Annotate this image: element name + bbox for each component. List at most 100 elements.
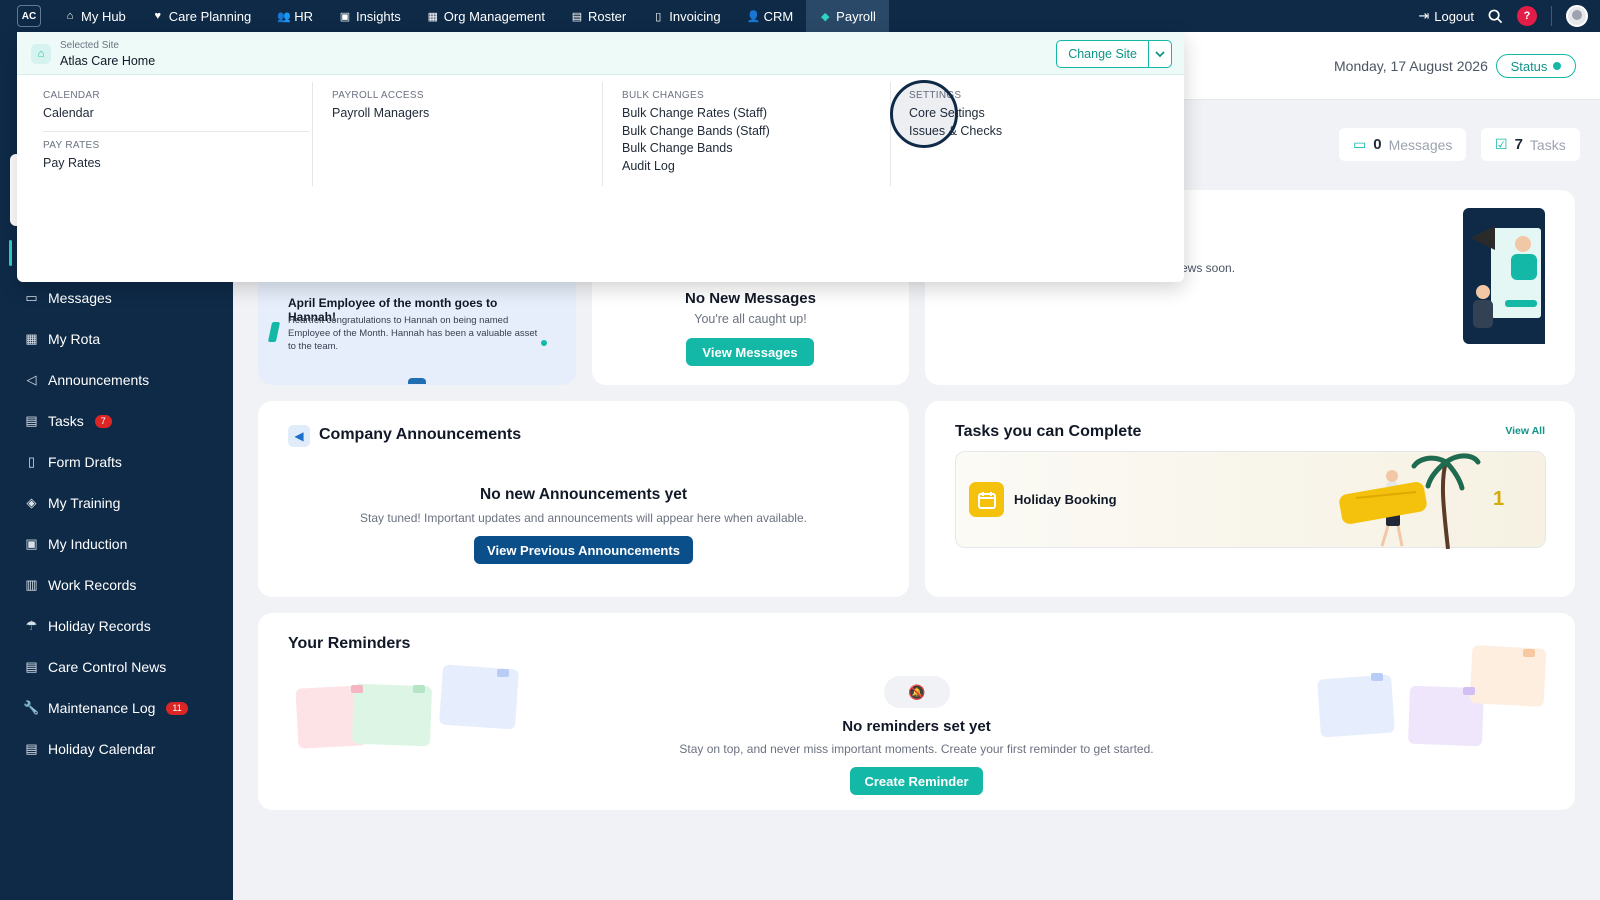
current-date: Monday, 17 August 2026 [1334, 58, 1488, 74]
messages-card-title: No New Messages [685, 290, 816, 307]
announcements-empty-title: No new Announcements yet [480, 486, 687, 503]
bulk-changes-caption: BULK CHANGES [622, 90, 704, 101]
search-icon[interactable] [1488, 9, 1503, 24]
calendar-caption: CALENDAR [43, 90, 100, 101]
sidebar-item-care-control-news[interactable]: ▤ Care Control News [24, 655, 166, 679]
users-icon: 👥 [277, 10, 291, 23]
menu-divider [43, 131, 309, 132]
sidebar-item-form-drafts[interactable]: ▯ Form Drafts [24, 450, 122, 474]
announcements-card: ◀ Company Announcements No new Announcem… [258, 401, 909, 597]
graduation-cap-icon: ◈ [26, 495, 37, 510]
nav-item-label: Invoicing [669, 8, 721, 24]
check-square-icon: ☑ [1495, 136, 1508, 152]
messages-pill[interactable]: ▭ 0 Messages [1339, 128, 1467, 161]
payroll-dropdown-menu: ⌂ Selected Site Atlas Care Home Change S… [17, 32, 1184, 282]
sidebar-item-tasks[interactable]: ▤ Tasks 7 [24, 409, 112, 433]
chevron-down-icon[interactable] [1149, 41, 1171, 67]
holiday-booking-task[interactable]: Holiday Booking 1 [955, 451, 1546, 549]
confetti-dot-icon [541, 340, 547, 346]
menu-link-bulk-change-rates-staff[interactable]: Bulk Change Rates (Staff) [622, 105, 770, 123]
calendar-icon [969, 482, 1004, 517]
nav-item-insights[interactable]: ▣ Insights [326, 0, 414, 32]
calendar-icon: ▤ [25, 741, 38, 756]
sidebar-item-my-induction[interactable]: ▣ My Induction [24, 532, 127, 556]
click-highlight-ring [890, 80, 958, 148]
sidebar-item-label: Work Records [48, 577, 137, 593]
reminders-title: Your Reminders [288, 635, 411, 652]
view-messages-button[interactable]: View Messages [686, 338, 814, 366]
sidebar-item-my-training[interactable]: ◈ My Training [24, 491, 121, 515]
calendar-icon: ▤ [571, 10, 583, 23]
menu-col-pay-rates: PAY RATES Pay Rates [43, 140, 101, 173]
announcements-title: Company Announcements [319, 426, 522, 443]
change-site-control: Change Site [1056, 40, 1172, 68]
announcements-empty-text: Stay tuned! Important updates and announ… [360, 511, 807, 525]
menu-col-payroll-access: PAYROLL ACCESS Payroll Managers [332, 90, 429, 123]
chart-icon: ▣ [339, 10, 351, 23]
invoice-icon: ▯ [655, 10, 662, 23]
menu-column-divider [890, 82, 891, 186]
app-logo[interactable]: AC [17, 5, 41, 27]
logout-button[interactable]: ⇥ Logout [1418, 8, 1474, 24]
sidebar-item-messages[interactable]: ▭ Messages [24, 286, 112, 310]
view-previous-announcements-button[interactable]: View Previous Announcements [474, 536, 693, 564]
nav-item-roster[interactable]: ▤ Roster [558, 0, 639, 32]
message-icon: ▭ [25, 290, 38, 305]
nav-item-label: CRM [763, 8, 794, 24]
selected-site-bar: ⌂ Selected Site Atlas Care Home Change S… [17, 32, 1184, 75]
sidebar-item-holiday-calendar[interactable]: ▤ Holiday Calendar [24, 737, 155, 761]
payroll-access-caption: PAYROLL ACCESS [332, 90, 424, 101]
beach-illustration [1339, 453, 1481, 549]
bell-off-icon: 🔕 [884, 676, 950, 708]
view-all-link[interactable]: View All [1505, 425, 1545, 437]
task-count: 1 [1493, 488, 1505, 510]
sidebar-item-label: Messages [48, 290, 112, 306]
umbrella-icon: ☂ [25, 618, 38, 633]
news-icon: ▤ [25, 659, 38, 674]
selected-site-caption: Selected Site [60, 40, 119, 51]
sidebar-item-holiday-records[interactable]: ☂ Holiday Records [24, 614, 151, 638]
nav-item-invoicing[interactable]: ▯ Invoicing [639, 0, 733, 32]
nav-item-payroll[interactable]: ◆ Payroll [806, 0, 889, 32]
nav-item-hr[interactable]: 👥 HR [264, 0, 326, 32]
task-label: Holiday Booking [1014, 492, 1117, 507]
status-dot-icon [1553, 62, 1562, 70]
menu-link-pay-rates[interactable]: Pay Rates [43, 155, 101, 173]
help-icon[interactable]: ? [1517, 6, 1537, 26]
news-illustration [1463, 208, 1545, 344]
nav-item-crm[interactable]: 👤 CRM [734, 0, 807, 32]
logout-icon: ⇥ [1418, 8, 1430, 23]
nav-item-org-management[interactable]: ▦ Org Management [414, 0, 558, 32]
sidebar-item-my-rota[interactable]: ▦ My Rota [24, 327, 100, 351]
payroll-icon: ◆ [820, 10, 830, 23]
nav-item-my-hub[interactable]: ⌂ My Hub [51, 0, 139, 32]
megaphone-icon: ◀ [288, 425, 310, 447]
messages-card-subtitle: You're all caught up! [694, 312, 807, 326]
tasks-pill-label: Tasks [1529, 136, 1566, 153]
sidebar-item-work-records[interactable]: ▥ Work Records [24, 573, 136, 597]
change-site-button[interactable]: Change Site [1057, 41, 1149, 67]
menu-link-bulk-change-bands-staff[interactable]: Bulk Change Bands (Staff) [622, 123, 770, 141]
create-reminder-button[interactable]: Create Reminder [850, 767, 983, 795]
menu-link-bulk-change-bands[interactable]: Bulk Change Bands [622, 140, 770, 158]
nav-item-care-planning[interactable]: ♥ Care Planning [139, 0, 264, 32]
sidebar-item-label: Holiday Records [48, 618, 151, 634]
status-button[interactable]: Status [1496, 54, 1576, 78]
avatar[interactable] [1566, 5, 1588, 27]
selected-site-name: Atlas Care Home [60, 54, 156, 68]
nav-item-label: My Hub [81, 8, 126, 24]
menu-link-audit-log[interactable]: Audit Log [622, 158, 770, 176]
nav-item-label: Org Management [443, 8, 545, 24]
sidebar-item-label: Announcements [48, 372, 150, 388]
sidebar-item-announcements[interactable]: ◁ Announcements [24, 368, 150, 392]
nav-item-label: Care Planning [168, 8, 252, 24]
menu-link-payroll-managers[interactable]: Payroll Managers [332, 105, 429, 123]
tasks-pill[interactable]: ☑ 7 Tasks [1481, 128, 1580, 161]
menu-link-calendar[interactable]: Calendar [43, 105, 100, 123]
tasks-card: Tasks you can Complete View All Holiday … [925, 401, 1575, 597]
sidebar-item-maintenance-log[interactable]: 🔧 Maintenance Log 11 [23, 696, 188, 720]
sidebar-item-label: Maintenance Log [48, 700, 156, 716]
clipboard-icon: ▯ [27, 454, 36, 469]
nav-divider [1551, 6, 1552, 26]
sidebar-item-label: My Training [48, 495, 121, 511]
